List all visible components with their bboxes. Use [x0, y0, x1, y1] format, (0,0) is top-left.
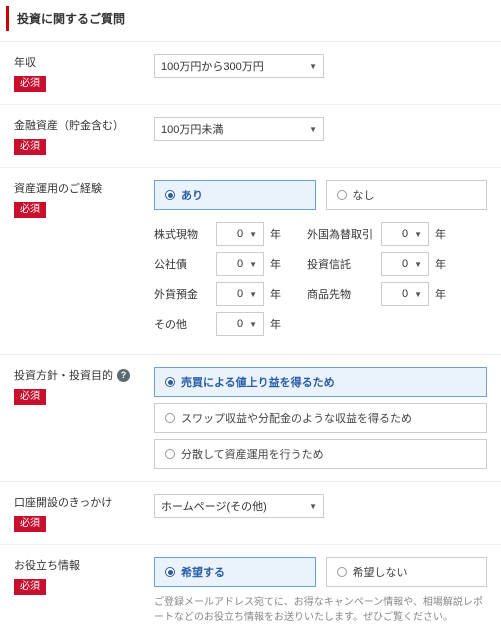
chevron-down-icon: ▼	[249, 320, 257, 329]
useful-info-radio-yes-label: 希望する	[181, 564, 225, 580]
useful-info-radio-yes[interactable]: 希望する	[154, 557, 316, 587]
chevron-down-icon: ▼	[309, 502, 317, 511]
radio-icon	[165, 567, 175, 577]
radio-icon	[165, 449, 175, 459]
row-annual-income: 年収 必須 100万円から300万円 ▼	[0, 41, 501, 104]
exp-value-2: 0	[237, 288, 243, 300]
financial-assets-value: 100万円未満	[161, 121, 223, 137]
required-badge: 必須	[14, 389, 46, 405]
useful-info-note: ご登録メールアドレス宛てに、お得なキャンペーン情報や、相場解説レポートなどのお役…	[154, 595, 487, 625]
year-unit: 年	[435, 226, 446, 242]
required-badge: 必須	[14, 579, 46, 595]
year-unit: 年	[270, 316, 281, 332]
experience-radio-yes-label: あり	[181, 187, 203, 203]
chevron-down-icon: ▼	[414, 260, 422, 269]
experience-radio-no[interactable]: なし	[326, 180, 488, 210]
experience-grid: 株式現物 0 ▼ 年 外国為替取引 0 ▼ 年 公社債 0 ▼	[154, 222, 487, 336]
exp-select-r2[interactable]: 0 ▼	[381, 282, 429, 306]
required-badge: 必須	[14, 76, 46, 92]
exp-value-r2: 0	[402, 288, 408, 300]
radio-icon	[337, 567, 347, 577]
exp-select-0[interactable]: 0 ▼	[216, 222, 264, 246]
label-policy-text: 投資方針・投資目的	[14, 367, 113, 383]
exp-label-r0: 外国為替取引	[307, 226, 375, 242]
exp-select-r1[interactable]: 0 ▼	[381, 252, 429, 276]
exp-label-r1: 投資信託	[307, 256, 375, 272]
trigger-select[interactable]: ホームページ(その他) ▼	[154, 494, 324, 518]
exp-label-r2: 商品先物	[307, 286, 375, 302]
chevron-down-icon: ▼	[414, 230, 422, 239]
row-financial-assets: 金融資産（貯金含む） 必須 100万円未満 ▼	[0, 104, 501, 167]
radio-icon	[165, 413, 175, 423]
exp-value-1: 0	[237, 258, 243, 270]
exp-label-0: 株式現物	[154, 226, 210, 242]
trigger-value: ホームページ(その他)	[161, 498, 267, 514]
label-experience: 資産運用のご経験	[14, 180, 154, 196]
chevron-down-icon: ▼	[309, 62, 317, 71]
annual-income-value: 100万円から300万円	[161, 58, 264, 74]
radio-icon	[165, 377, 175, 387]
label-policy: 投資方針・投資目的 ?	[14, 367, 154, 383]
year-unit: 年	[270, 226, 281, 242]
policy-option-1-label: スワップ収益や分配金のような収益を得るため	[181, 410, 412, 426]
financial-assets-select[interactable]: 100万円未満 ▼	[154, 117, 324, 141]
exp-select-r0[interactable]: 0 ▼	[381, 222, 429, 246]
exp-label-1: 公社債	[154, 256, 210, 272]
annual-income-select[interactable]: 100万円から300万円 ▼	[154, 54, 324, 78]
useful-info-radio-no-label: 希望しない	[353, 564, 408, 580]
label-annual-income: 年収	[14, 54, 154, 70]
chevron-down-icon: ▼	[249, 230, 257, 239]
policy-option-2-label: 分散して資産運用を行うため	[181, 446, 324, 462]
exp-select-2[interactable]: 0 ▼	[216, 282, 264, 306]
chevron-down-icon: ▼	[309, 125, 317, 134]
required-badge: 必須	[14, 202, 46, 218]
year-unit: 年	[270, 256, 281, 272]
radio-icon	[337, 190, 347, 200]
label-financial-assets: 金融資産（貯金含む）	[14, 117, 154, 133]
row-useful-info: お役立ち情報 必須 希望する 希望しない ご登録メールアドレス宛てに、お得なキャ…	[0, 544, 501, 637]
experience-radio-no-label: なし	[353, 187, 375, 203]
year-unit: 年	[435, 286, 446, 302]
radio-icon	[165, 190, 175, 200]
required-badge: 必須	[14, 139, 46, 155]
useful-info-radio-no[interactable]: 希望しない	[326, 557, 488, 587]
label-useful-info: お役立ち情報	[14, 557, 154, 573]
row-experience: 資産運用のご経験 必須 あり なし 株式現物 0 ▼ 年 外国為替取引	[0, 167, 501, 354]
exp-value-3: 0	[237, 318, 243, 330]
row-policy: 投資方針・投資目的 ? 必須 売買による値上り益を得るため スワップ収益や分配金…	[0, 354, 501, 481]
exp-select-3[interactable]: 0 ▼	[216, 312, 264, 336]
chevron-down-icon: ▼	[414, 290, 422, 299]
exp-value-r0: 0	[402, 228, 408, 240]
policy-option-0[interactable]: 売買による値上り益を得るため	[154, 367, 487, 397]
exp-label-3: その他	[154, 316, 210, 332]
required-badge: 必須	[14, 516, 46, 532]
exp-value-0: 0	[237, 228, 243, 240]
chevron-down-icon: ▼	[249, 290, 257, 299]
exp-label-2: 外貨預金	[154, 286, 210, 302]
exp-select-1[interactable]: 0 ▼	[216, 252, 264, 276]
year-unit: 年	[270, 286, 281, 302]
help-icon[interactable]: ?	[117, 369, 130, 382]
section-title: 投資に関するご質問	[6, 6, 501, 31]
chevron-down-icon: ▼	[249, 260, 257, 269]
experience-radio-yes[interactable]: あり	[154, 180, 316, 210]
label-trigger: 口座開設のきっかけ	[14, 494, 154, 510]
policy-option-2[interactable]: 分散して資産運用を行うため	[154, 439, 487, 469]
policy-option-1[interactable]: スワップ収益や分配金のような収益を得るため	[154, 403, 487, 433]
exp-value-r1: 0	[402, 258, 408, 270]
policy-option-0-label: 売買による値上り益を得るため	[181, 374, 335, 390]
year-unit: 年	[435, 256, 446, 272]
